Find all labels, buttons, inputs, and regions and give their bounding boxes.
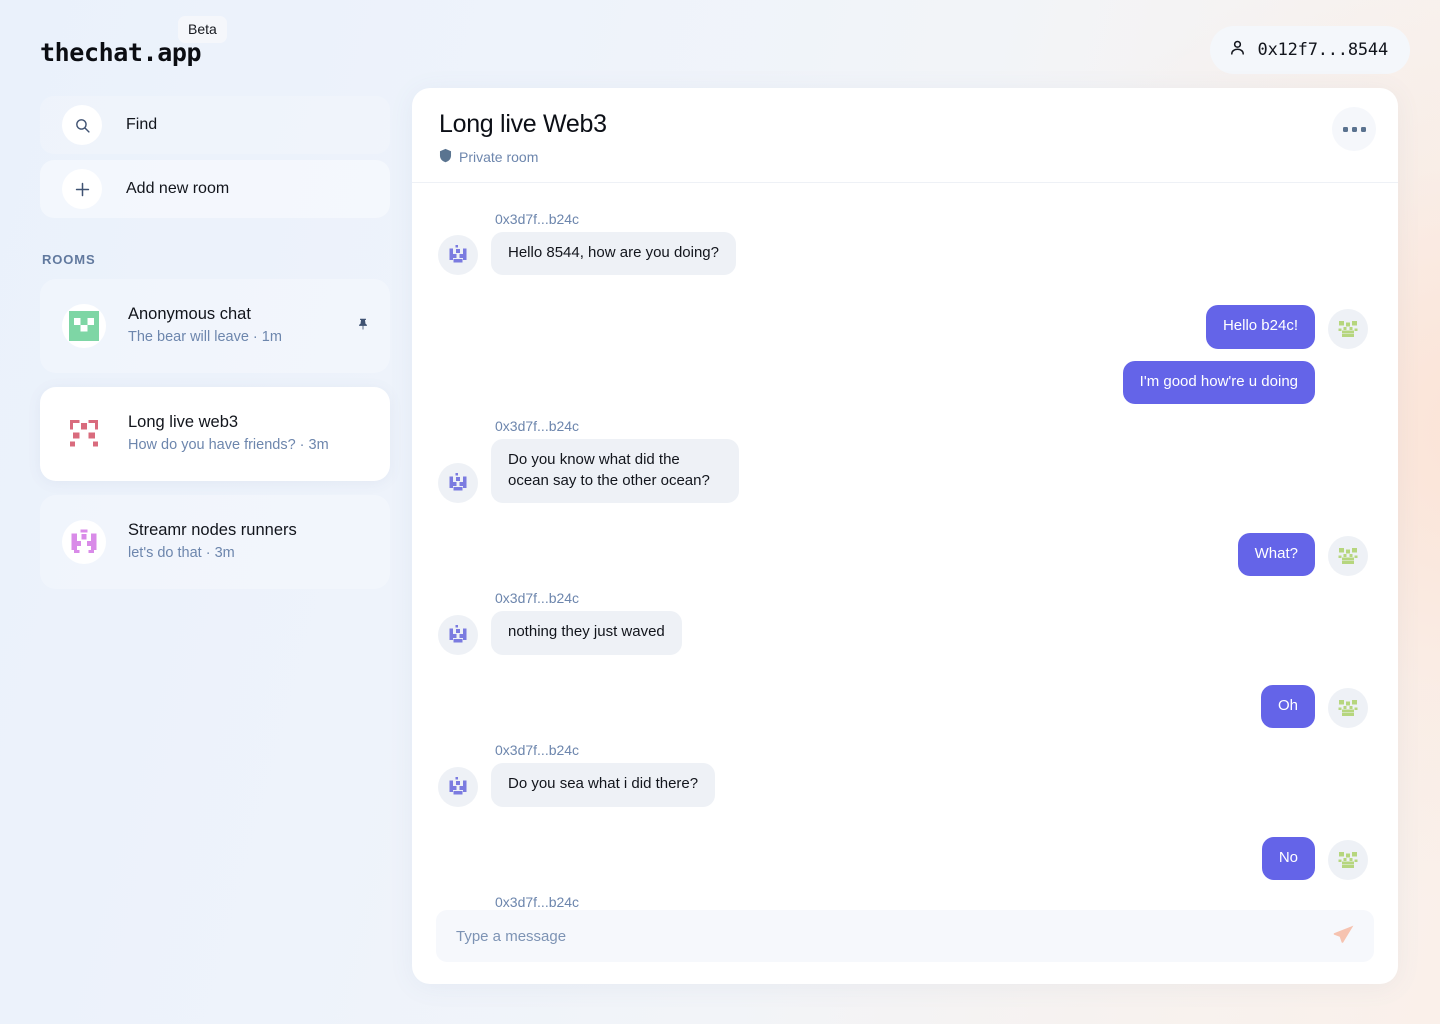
add-new-room-button[interactable]: Add new room bbox=[40, 160, 390, 218]
room-avatar-icon bbox=[62, 304, 106, 348]
avatar bbox=[438, 462, 478, 503]
message-sender: 0x3d7f...b24c bbox=[495, 893, 580, 910]
app-logo-text: thechat.app bbox=[40, 38, 202, 67]
top-bar: Beta thechat.app 0x12f7...8544 bbox=[0, 0, 1440, 88]
message-row-incoming: Hello 8544, how are you doing? bbox=[438, 232, 1368, 276]
room-title: Long live web3 bbox=[128, 413, 239, 432]
message-bubble: What? bbox=[1237, 532, 1315, 577]
send-icon bbox=[1332, 923, 1356, 950]
more-horizontal-icon[interactable] bbox=[1332, 107, 1376, 151]
chat-panel: Long live Web3 Private room 0x3d7f...b24… bbox=[412, 88, 1398, 984]
account-badge[interactable]: 0x12f7...8544 bbox=[1209, 26, 1410, 74]
menu-dot bbox=[1360, 126, 1366, 132]
search-icon bbox=[62, 105, 102, 145]
send-button[interactable] bbox=[1322, 914, 1366, 958]
avatar bbox=[1328, 688, 1368, 729]
page-title: Long live Web3 bbox=[439, 110, 607, 138]
plus-icon bbox=[62, 169, 102, 209]
pin-icon[interactable] bbox=[356, 317, 370, 336]
message-input[interactable] bbox=[456, 927, 1322, 945]
message-bubble: No bbox=[1261, 836, 1315, 880]
message-bubble: Do you sea what i did there? bbox=[491, 763, 716, 807]
add-new-room-label: Add new room bbox=[126, 180, 230, 197]
room-avatar-icon bbox=[62, 520, 106, 564]
sidebar-room-streamr-nodes-runners[interactable]: Streamr nodes runners let's do that · 3m bbox=[40, 495, 390, 589]
avatar bbox=[438, 614, 478, 655]
sidebar: Find Add new room ROOMS Anonymous chat T… bbox=[40, 96, 390, 603]
message-row-outgoing: What? bbox=[438, 532, 1368, 577]
menu-dot bbox=[1342, 126, 1348, 132]
room-preview: The bear will leave · 1m bbox=[128, 329, 282, 346]
message-bubble: Hello 8544, how are you doing? bbox=[491, 232, 736, 276]
avatar-placeholder bbox=[1328, 364, 1368, 404]
sidebar-room-anonymous-chat[interactable]: Anonymous chat The bear will leave · 1m bbox=[40, 279, 390, 373]
room-privacy-label: Private room bbox=[459, 149, 539, 165]
menu-dot bbox=[1351, 126, 1357, 132]
account-address: 0x12f7...8544 bbox=[1257, 40, 1389, 60]
message-sender: 0x3d7f...b24c bbox=[495, 418, 580, 435]
avatar bbox=[1328, 536, 1368, 577]
message-bubble: nothing they just waved bbox=[491, 611, 682, 655]
sidebar-room-long-live-web3[interactable]: Long live web3 How do you have friends? … bbox=[40, 387, 390, 481]
message-bubble: Oh bbox=[1260, 684, 1315, 729]
avatar bbox=[438, 766, 478, 807]
shield-icon bbox=[439, 148, 452, 166]
avatar bbox=[1328, 308, 1368, 349]
message-row-incoming: Do you sea what i did there? bbox=[438, 763, 1368, 807]
find-label: Find bbox=[126, 116, 158, 133]
message-row-outgoing: No bbox=[438, 836, 1368, 880]
message-row-outgoing: Hello b24c! bbox=[438, 305, 1368, 349]
room-preview: let's do that · 3m bbox=[128, 545, 235, 562]
find-button[interactable]: Find bbox=[40, 96, 390, 154]
message-list[interactable]: 0x3d7f...b24c Hello 8544, how are you do… bbox=[412, 183, 1398, 910]
message-composer bbox=[436, 910, 1374, 962]
message-row-outgoing: I'm good how're u doing bbox=[438, 360, 1368, 405]
message-row-outgoing: Oh bbox=[438, 684, 1368, 729]
message-bubble: Hello b24c! bbox=[1205, 305, 1315, 349]
room-avatar-icon bbox=[62, 412, 106, 456]
room-title: Anonymous chat bbox=[128, 305, 251, 324]
message-bubble: Do you know what did the ocean say to th… bbox=[491, 439, 739, 503]
rooms-section-label: ROOMS bbox=[42, 252, 96, 267]
room-title: Streamr nodes runners bbox=[128, 521, 297, 540]
message-sender: 0x3d7f...b24c bbox=[495, 211, 580, 227]
message-row-incoming: Do you know what did the ocean say to th… bbox=[438, 439, 1368, 503]
room-privacy: Private room bbox=[439, 148, 1370, 166]
avatar bbox=[438, 235, 478, 276]
message-row-incoming: nothing they just waved bbox=[438, 611, 1368, 655]
message-bubble: I'm good how're u doing bbox=[1122, 360, 1315, 405]
avatar bbox=[1328, 839, 1368, 880]
room-preview: How do you have friends? · 3m bbox=[128, 437, 329, 454]
message-sender: 0x3d7f...b24c bbox=[495, 742, 580, 759]
message-sender: 0x3d7f...b24c bbox=[495, 590, 580, 607]
chat-header: Long live Web3 Private room bbox=[412, 88, 1398, 183]
user-icon bbox=[1228, 38, 1247, 62]
